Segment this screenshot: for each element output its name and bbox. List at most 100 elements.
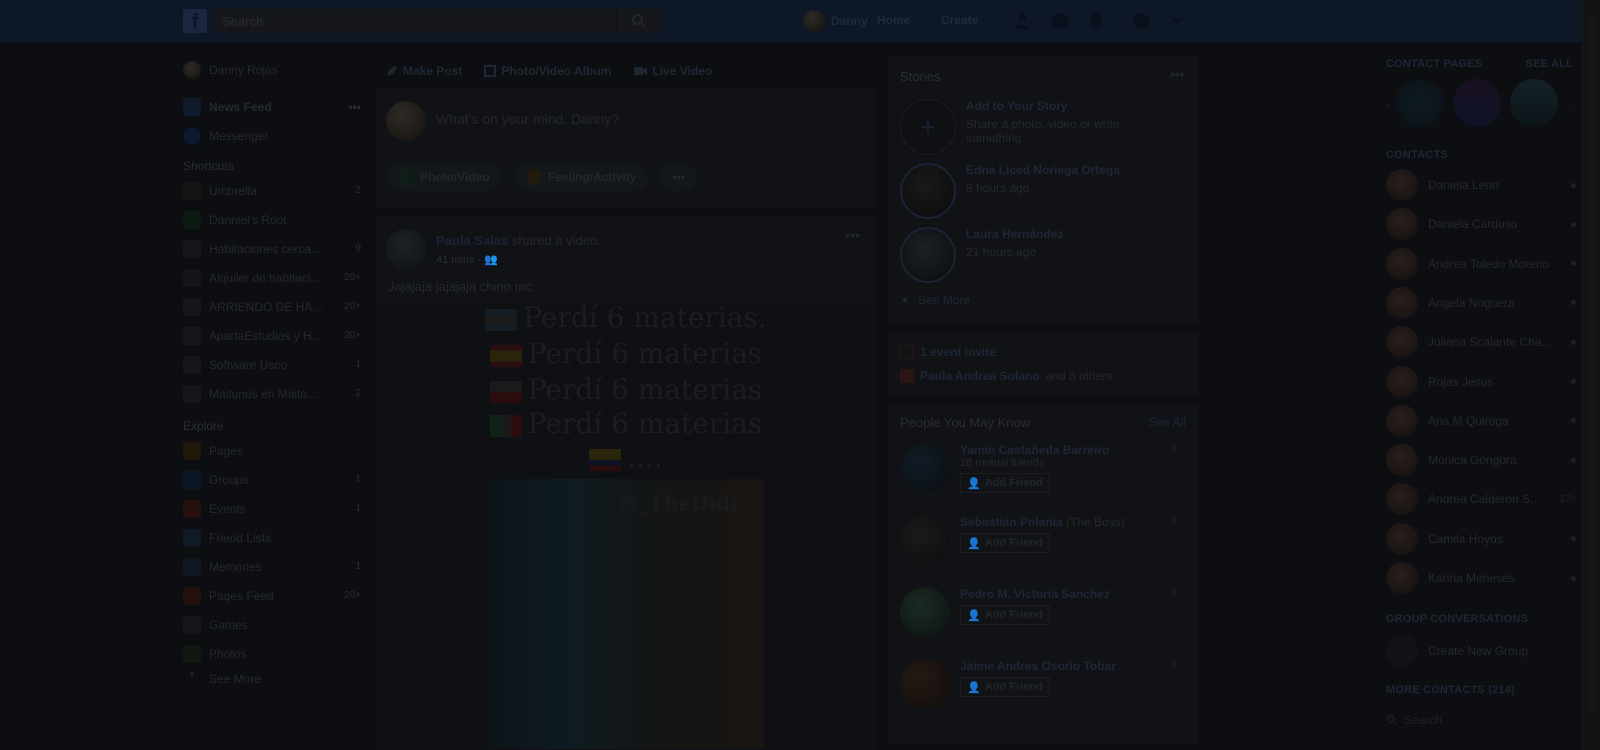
dismiss-icon[interactable]: × xyxy=(1170,585,1177,599)
explore-item[interactable]: Pages Feed 20+ xyxy=(183,581,363,610)
scrollbar-thumb[interactable] xyxy=(1587,14,1597,714)
search-input[interactable]: Search xyxy=(214,9,660,33)
add-to-story[interactable]: + Add to Your Story Share a photo, video … xyxy=(900,99,1146,155)
contact-item[interactable]: Daniela Leon xyxy=(1386,169,1576,201)
dismiss-icon[interactable]: × xyxy=(1170,513,1177,527)
add-friend-button[interactable]: 👤 Add Friend xyxy=(960,605,1050,625)
search-button[interactable] xyxy=(616,9,660,33)
chevron-left-icon[interactable]: ‹ xyxy=(1386,95,1391,111)
contact-page-thumb[interactable] xyxy=(1396,79,1444,127)
contact-page-thumb[interactable] xyxy=(1510,79,1558,127)
explore-item[interactable]: Photos xyxy=(183,639,363,668)
shortcut-item[interactable]: Alquiler de habitaci... 20+ xyxy=(183,263,363,292)
contact-item[interactable]: Angela Noguera xyxy=(1386,286,1576,319)
avatar xyxy=(386,101,426,141)
author-avatar[interactable] xyxy=(386,229,426,269)
profile-link[interactable]: Danny Rojas xyxy=(183,55,363,84)
contact-item[interactable]: Rojas Jesus xyxy=(1386,365,1576,398)
contact-item[interactable]: Ana M Quiroga xyxy=(1386,404,1576,437)
home-link[interactable]: Home xyxy=(877,13,910,27)
album-icon xyxy=(484,65,497,77)
create-link[interactable]: Create xyxy=(941,13,978,27)
person-avatar[interactable] xyxy=(900,515,950,565)
explore-item[interactable]: Groups 1 xyxy=(183,465,363,494)
event-person-link[interactable]: Paula Andrea Solano xyxy=(920,369,1040,383)
composer-input[interactable]: What's on your mind, Danny? xyxy=(436,111,619,127)
stories-options-icon[interactable]: ••• xyxy=(1170,67,1184,82)
person-name[interactable]: Sebastián Polania xyxy=(960,515,1063,529)
event-invite-link[interactable]: 1 event invite xyxy=(900,345,996,359)
contact-item[interactable]: Andrea Calderón S... 17h xyxy=(1386,483,1576,516)
dismiss-icon[interactable]: × xyxy=(1170,657,1177,671)
create-new-group-button[interactable]: Create New Group xyxy=(1386,635,1576,667)
contact-item[interactable]: Mónica Góngora xyxy=(1386,444,1576,477)
explore-item[interactable]: Friend Lists xyxy=(183,523,363,552)
feeling-activity-button[interactable]: Feeling/Activity xyxy=(513,163,649,191)
facebook-logo[interactable]: f xyxy=(183,9,207,34)
tab-make-post[interactable]: Make Post xyxy=(386,64,462,78)
story-author: Laura Hernández xyxy=(966,227,1064,241)
tab-photo-video-album[interactable]: Photo/Video Album xyxy=(484,64,611,78)
story-item[interactable]: Edna Liced Noriega Ortega 8 hours ago xyxy=(900,163,1146,219)
messenger-icon[interactable] xyxy=(1050,11,1070,31)
avatar xyxy=(803,10,825,32)
explore-item[interactable]: Memories 1 xyxy=(183,552,363,581)
person-avatar[interactable] xyxy=(900,659,950,709)
video-frame[interactable]: @_TheDidi xyxy=(489,479,764,749)
explore-item[interactable]: Pages xyxy=(183,436,363,465)
page-scrollbar[interactable] xyxy=(1582,0,1600,750)
pymk-see-all[interactable]: See All xyxy=(1149,415,1186,429)
tab-live-video[interactable]: Live Video xyxy=(633,64,712,78)
add-friend-button[interactable]: 👤 Add Friend xyxy=(960,533,1050,553)
post-options-icon[interactable]: ••• xyxy=(845,227,860,243)
more-options-button[interactable]: ••• xyxy=(660,163,698,191)
shortcut-item[interactable]: ARRIENDO DE HA... 20+ xyxy=(183,292,363,321)
chevron-right-icon[interactable]: › xyxy=(1568,95,1573,111)
photo-video-button[interactable]: Photo/Video xyxy=(386,163,502,191)
shortcut-item[interactable]: ApartaEstudios y H... 20+ xyxy=(183,321,363,350)
contact-item[interactable]: Karina Meneses xyxy=(1386,562,1576,594)
contact-item[interactable]: Daniela Cardoso xyxy=(1386,208,1576,241)
explore-item[interactable]: Events 1 xyxy=(183,494,363,523)
profile-link[interactable]: Danny xyxy=(803,9,868,33)
post-video[interactable]: Perdí 6 materias. Perdí 6 materias Perdí… xyxy=(376,301,876,750)
contact-pages-see-all[interactable]: SEE ALL xyxy=(1526,58,1573,70)
post-timestamp[interactable]: 41 mins · xyxy=(436,254,481,266)
contact-item[interactable]: Juliana Scalante Cha... xyxy=(1386,326,1576,359)
add-story-button[interactable]: + xyxy=(900,99,956,155)
contact-page-thumb[interactable] xyxy=(1453,79,1501,127)
person-avatar[interactable] xyxy=(900,443,950,493)
story-time: 8 hours ago xyxy=(966,181,1030,195)
shortcut-item[interactable]: Danniel's Root xyxy=(183,205,363,234)
contact-item[interactable]: Camila Hoyos xyxy=(1386,522,1576,555)
add-friend-button[interactable]: 👤 Add Friend xyxy=(960,677,1050,697)
post-author[interactable]: Paula Salas xyxy=(436,233,508,248)
person-avatar[interactable] xyxy=(900,587,950,637)
count-badge: 2 xyxy=(355,185,361,196)
more-options-icon[interactable]: ••• xyxy=(348,100,361,114)
stories-see-more[interactable]: ▾ See More xyxy=(902,293,970,307)
contact-item[interactable]: Andrea Toledo Moreno xyxy=(1386,247,1576,280)
person-name[interactable]: Jaime Andres Osorio Tobar xyxy=(960,659,1130,673)
notifications-icon[interactable] xyxy=(1086,11,1106,31)
friend-requests-icon[interactable] xyxy=(1013,11,1033,31)
see-more-link[interactable]: ▾ See More xyxy=(183,668,363,690)
shortcut-item[interactable]: Software Usco 1 xyxy=(183,350,363,379)
dismiss-icon[interactable]: × xyxy=(1170,441,1177,455)
count-badge: 1 xyxy=(355,503,361,514)
chat-search-input[interactable]: Search xyxy=(1386,707,1576,733)
shortcut-item[interactable]: Umbrella 2 xyxy=(183,176,363,205)
button-label: Add Friend xyxy=(984,681,1043,693)
explore-item[interactable]: Games xyxy=(183,610,363,639)
sidebar-item-news-feed[interactable]: News Feed ••• xyxy=(183,92,363,121)
person-name[interactable]: Pedro M. Victoria Sanchez xyxy=(960,587,1130,601)
account-menu-icon[interactable] xyxy=(1167,11,1187,31)
story-item[interactable]: Laura Hernández 21 hours ago xyxy=(900,227,1146,283)
sidebar-item-messenger[interactable]: Messenger xyxy=(183,121,363,150)
shortcut-item[interactable]: Maitunos en Maito... 2 xyxy=(183,379,363,408)
person-name[interactable]: Yamin Castañeda Barreiro xyxy=(960,443,1130,457)
shortcut-item[interactable]: Habitaciones cerca... 9 xyxy=(183,234,363,263)
help-icon[interactable] xyxy=(1131,11,1151,31)
add-friend-button[interactable]: 👤 Add Friend xyxy=(960,473,1050,493)
explore-label: Friend Lists xyxy=(209,530,272,545)
